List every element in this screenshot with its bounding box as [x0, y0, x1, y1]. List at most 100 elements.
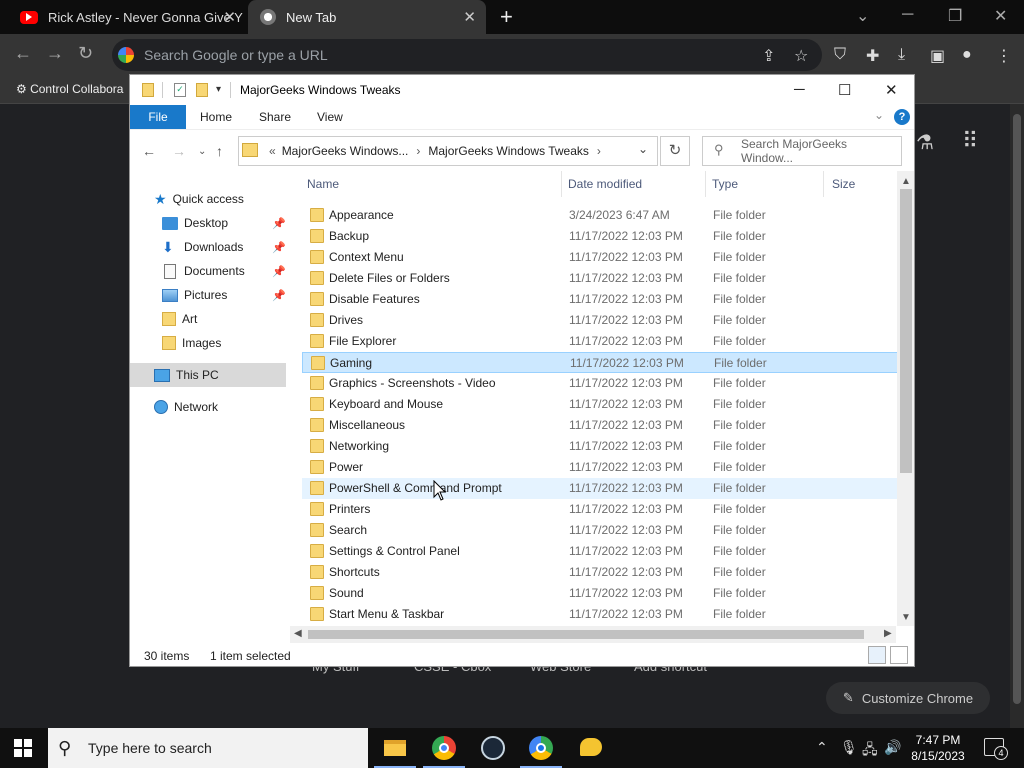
minimize-icon[interactable]: ─ — [794, 81, 805, 98]
scroll-left-icon[interactable]: ◀ — [294, 628, 302, 639]
nav-documents[interactable]: Documents — [162, 259, 245, 283]
up-icon[interactable]: ↑ — [216, 143, 223, 159]
table-row[interactable]: Start Menu & Taskbar 11/17/2022 12:03 PM F… — [302, 604, 902, 625]
nav-quick-access[interactable]: ★ Quick access — [154, 187, 244, 211]
column-size[interactable]: Size — [832, 177, 855, 191]
chrome-app-icon[interactable] — [423, 736, 465, 768]
column-type[interactable]: Type — [712, 177, 738, 191]
nav-images[interactable]: Images — [162, 331, 221, 355]
tab-share[interactable]: Share — [259, 105, 291, 129]
taskbar-search-input[interactable]: Type here to search — [48, 728, 368, 768]
column-separator[interactable] — [823, 171, 824, 197]
steam-app-icon[interactable] — [480, 736, 506, 760]
share-icon[interactable]: ⇪ — [762, 46, 775, 66]
table-row[interactable]: Sound 11/17/2022 12:03 PM File folder — [302, 583, 902, 604]
table-row[interactable]: Drives 11/17/2022 12:03 PM File folder — [302, 310, 902, 331]
close-window-icon[interactable]: ✕ — [885, 81, 898, 99]
profile-icon[interactable]: ● — [962, 46, 972, 64]
scroll-up-icon[interactable]: ▲ — [901, 176, 911, 187]
table-row[interactable]: Graphics - Screenshots - Video 11/17/2022… — [302, 373, 902, 394]
extensions-icon[interactable]: ✚ — [866, 46, 879, 66]
tab-home[interactable]: Home — [200, 105, 232, 129]
pin-icon[interactable]: 📌 — [272, 289, 286, 302]
network-icon[interactable]: 🖧 — [862, 739, 878, 763]
side-panel-icon[interactable]: ▣ — [930, 46, 945, 66]
horizontal-scroll-thumb[interactable] — [308, 630, 864, 639]
tab-file[interactable]: File — [130, 105, 186, 129]
ublock-icon[interactable]: ⛉ — [834, 46, 846, 64]
search-input[interactable]: Search MajorGeeks Window... — [702, 136, 902, 166]
scroll-right-icon[interactable]: ▶ — [884, 628, 892, 639]
column-date-modified[interactable]: Date modified — [568, 177, 642, 191]
forward-icon[interactable]: → — [46, 43, 64, 64]
nav-art[interactable]: Art — [162, 307, 197, 331]
table-row[interactable]: Printers 11/17/2022 12:03 PM File folder — [302, 499, 902, 520]
nav-network[interactable]: Network — [154, 395, 218, 419]
file-explorer-app-icon[interactable] — [374, 736, 416, 768]
table-row[interactable]: Power 11/17/2022 12:03 PM File folder — [302, 457, 902, 478]
close-tab-icon[interactable]: ✕ — [223, 8, 236, 26]
omnibox[interactable]: Search Google or type a URL — [112, 39, 822, 71]
download-icon[interactable]: ⤓ — [898, 46, 905, 64]
bookmark-item[interactable]: ⚙ Control Collabora — [16, 82, 123, 96]
pin-icon[interactable]: 📌 — [272, 241, 286, 254]
large-icons-view-icon[interactable] — [890, 646, 908, 664]
close-tab-icon[interactable]: ✕ — [463, 8, 476, 26]
breadcrumb-separator[interactable]: › — [597, 144, 601, 158]
nav-this-pc[interactable]: This PC — [130, 363, 286, 387]
column-separator[interactable] — [561, 171, 562, 197]
tab-view[interactable]: View — [317, 105, 343, 129]
breadcrumb-item[interactable]: MajorGeeks Windows Tweaks — [428, 144, 589, 158]
taskbar-clock[interactable]: 7:47 PM 8/15/2023 — [902, 732, 974, 764]
table-row[interactable]: Search 11/17/2022 12:03 PM File folder — [302, 520, 902, 541]
windows-start-icon[interactable] — [14, 739, 32, 757]
table-row[interactable]: Settings & Control Panel 11/17/2022 12:03… — [302, 541, 902, 562]
new-folder-icon[interactable] — [196, 83, 208, 97]
table-row[interactable]: Appearance 3/24/2023 6:47 AM File folder — [302, 205, 902, 226]
refresh-icon[interactable]: ↻ — [660, 136, 690, 166]
details-view-icon[interactable] — [868, 646, 886, 664]
microphone-icon[interactable]: 🎙 — [840, 739, 858, 756]
new-tab-button[interactable]: + — [500, 4, 513, 30]
customize-chrome-button[interactable]: ✎ Customize Chrome — [826, 682, 990, 714]
star-icon[interactable]: ☆ — [794, 46, 808, 66]
nav-pictures[interactable]: Pictures — [162, 283, 227, 307]
chevron-up-icon[interactable]: ⌃ — [816, 739, 828, 756]
tab-new-tab[interactable]: New Tab ✕ — [248, 0, 486, 34]
maximize-icon[interactable]: ☐ — [838, 81, 851, 99]
column-separator[interactable] — [705, 171, 706, 197]
table-row[interactable]: PowerShell & Command Prompt 11/17/2022 12… — [302, 478, 902, 499]
nav-downloads[interactable]: ⬇ Downloads — [162, 235, 243, 259]
chevron-down-icon[interactable]: ⌄ — [874, 108, 884, 122]
reload-icon[interactable]: ↻ — [78, 43, 93, 64]
table-row[interactable]: Shortcuts 11/17/2022 12:03 PM File folder — [302, 562, 902, 583]
breadcrumb-item[interactable]: MajorGeeks Windows... — [282, 144, 409, 158]
vertical-scroll-thumb[interactable] — [900, 189, 912, 473]
pin-icon[interactable]: 📌 — [272, 217, 286, 230]
breadcrumb-overflow[interactable]: « — [269, 144, 276, 158]
table-row[interactable]: Context Menu 11/17/2022 12:03 PM File fold… — [302, 247, 902, 268]
table-row[interactable]: File Explorer 11/17/2022 12:03 PM File fol… — [302, 331, 902, 352]
nav-desktop[interactable]: Desktop — [162, 211, 228, 235]
apps-grid-icon[interactable]: ⠿ — [962, 128, 978, 154]
table-row[interactable]: Gaming 11/17/2022 12:03 PM File folder — [302, 352, 902, 373]
column-name[interactable]: Name — [307, 177, 339, 191]
back-icon[interactable]: ← — [142, 143, 156, 159]
table-row[interactable]: Keyboard and Mouse 11/17/2022 12:03 PM Fil… — [302, 394, 902, 415]
qat-dropdown-icon[interactable]: ▾ — [216, 84, 221, 95]
properties-icon[interactable]: ✓ — [174, 83, 186, 97]
restore-icon[interactable]: ❐ — [948, 6, 962, 26]
table-row[interactable]: Delete Files or Folders 11/17/2022 12:03 … — [302, 268, 902, 289]
table-row[interactable]: Networking 11/17/2022 12:03 PM File folder — [302, 436, 902, 457]
volume-icon[interactable]: 🔊 — [884, 739, 901, 756]
close-window-icon[interactable]: ✕ — [994, 6, 1007, 26]
chevron-down-icon[interactable]: ⌄ — [638, 142, 648, 156]
menu-icon[interactable]: ⋮ — [996, 46, 1012, 66]
chevron-down-icon[interactable]: ⌄ — [856, 6, 869, 26]
help-icon[interactable]: ? — [894, 109, 910, 125]
address-bar[interactable]: « MajorGeeks Windows... › MajorGeeks Win… — [238, 136, 658, 166]
recent-dropdown-icon[interactable]: ⌄ — [198, 146, 206, 157]
table-row[interactable]: Disable Features 11/17/2022 12:03 PM File … — [302, 289, 902, 310]
feedback-app-icon[interactable] — [578, 736, 604, 760]
back-icon[interactable]: ← — [14, 43, 32, 64]
